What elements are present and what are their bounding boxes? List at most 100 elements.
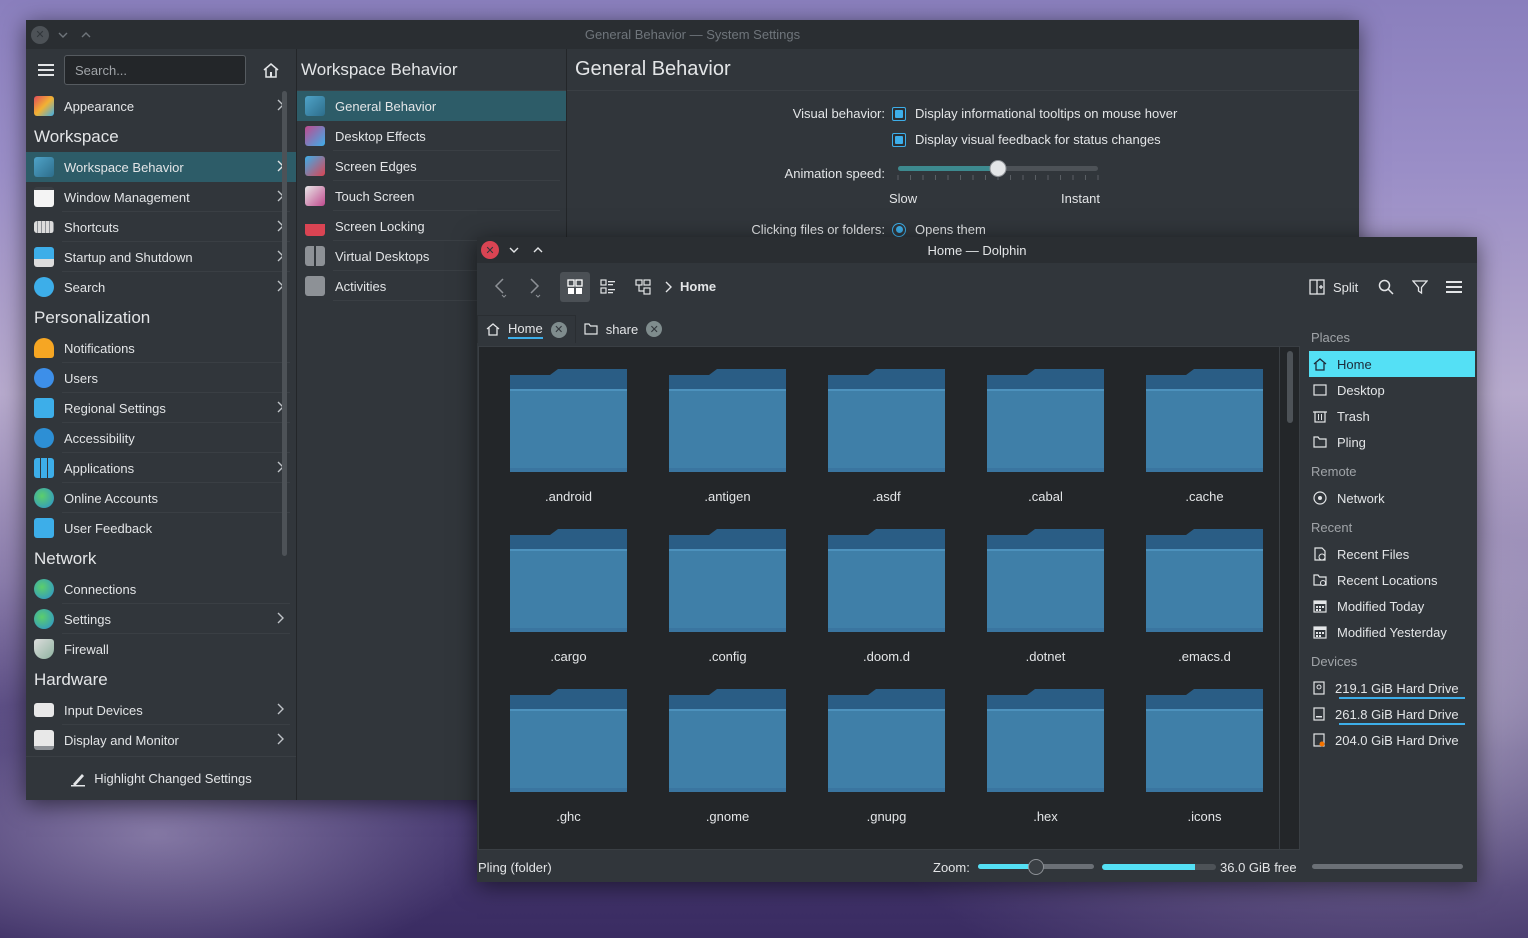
settings-search-input[interactable]: Search... [64, 55, 246, 85]
places-desktop[interactable]: Desktop [1309, 377, 1475, 403]
sidebar-item-label: Firewall [64, 641, 109, 657]
sidebar-item-user-feedback[interactable]: User Feedback [26, 513, 296, 543]
tab-share[interactable]: share ✕ [576, 315, 671, 343]
home-button[interactable] [262, 62, 280, 78]
instant-label-row: Instant [1061, 191, 1100, 206]
settings-maximize-button[interactable] [77, 26, 95, 44]
sidebar-item-label: Shortcuts [64, 219, 119, 235]
sidebar-item-regional-settings[interactable]: Regional Settings [26, 393, 296, 423]
animation-speed-slider[interactable] [892, 160, 1104, 183]
folder-item[interactable]: .cargo [489, 519, 648, 679]
sidebar-item-firewall[interactable]: Firewall [26, 634, 296, 664]
tooltips-checkbox[interactable]: Display informational tooltips on mouse … [892, 106, 1177, 121]
tab-label: Home [508, 321, 543, 339]
hamburger-menu-button[interactable] [38, 63, 54, 77]
sidebar-item-display-monitor[interactable]: Display and Monitor [26, 725, 296, 755]
places-modified-yesterday[interactable]: Modified Yesterday [1309, 619, 1475, 645]
close-tab-icon[interactable]: ✕ [550, 321, 567, 338]
home-icon [486, 323, 500, 336]
places-drive-2[interactable]: 261.8 GiB Hard Drive [1309, 701, 1475, 727]
places-trash[interactable]: Trash [1309, 403, 1475, 429]
workspace-behavior-title: Workspace Behavior [297, 49, 566, 91]
sidebar-item-appearance[interactable]: Appearance [26, 91, 296, 121]
sidebar-scrollbar[interactable] [282, 91, 287, 556]
virtual-desktops-icon [305, 246, 325, 266]
details-view-button[interactable] [628, 272, 658, 302]
icons-view-button[interactable] [560, 272, 590, 302]
settings-sidebar: Search... Appearance Workspace Workspace… [26, 49, 296, 800]
sidebar-item-input-devices[interactable]: Input Devices [26, 695, 296, 725]
sidebar-item-network-settings[interactable]: Settings [26, 604, 296, 634]
sidebar-item-startup-shutdown[interactable]: Startup and Shutdown [26, 242, 296, 272]
folder-name: .doom.d [863, 649, 910, 664]
folder-item[interactable]: .asdf [807, 359, 966, 519]
sidebar-item-window-management[interactable]: Window Management [26, 182, 296, 212]
split-button[interactable]: Split [1309, 279, 1358, 295]
module-desktop-effects[interactable]: Desktop Effects [297, 121, 566, 151]
breadcrumb-home[interactable]: Home [680, 279, 716, 294]
dolphin-close-button[interactable]: ✕ [481, 241, 499, 259]
feedback-checkbox[interactable]: Display visual feedback for status chang… [892, 132, 1161, 147]
places-network[interactable]: Network [1309, 485, 1475, 511]
places-scrollbar[interactable] [1312, 864, 1463, 869]
folder-item[interactable]: .android [489, 359, 648, 519]
sidebar-item-notifications[interactable]: Notifications [26, 333, 296, 363]
status-bar: Pling (folder) Zoom: 36.0 GiB free [477, 852, 1477, 882]
back-button[interactable] [485, 272, 515, 302]
places-drive-1[interactable]: 219.1 GiB Hard Drive [1309, 675, 1475, 701]
clicking-label-row: Clicking files or folders: [567, 222, 885, 237]
folder-item[interactable]: .icons [1125, 679, 1284, 839]
folder-item[interactable]: .cabal [966, 359, 1125, 519]
opens-them-radio[interactable]: Opens them [892, 222, 986, 237]
filter-button[interactable] [1405, 272, 1435, 302]
sidebar-item-applications[interactable]: Applications [26, 453, 296, 483]
window-management-icon [34, 187, 54, 207]
folder-item[interactable]: .antigen [648, 359, 807, 519]
dolphin-maximize-button[interactable] [529, 241, 547, 259]
close-tab-icon[interactable]: ✕ [646, 321, 663, 337]
sidebar-item-online-accounts[interactable]: Online Accounts [26, 483, 296, 513]
compact-view-button[interactable] [593, 272, 623, 302]
folder-item[interactable]: .ghc [489, 679, 648, 839]
places-modified-today[interactable]: Modified Today [1309, 593, 1475, 619]
sidebar-item-accessibility[interactable]: Accessibility [26, 423, 296, 453]
folder-item[interactable]: .gnupg [807, 679, 966, 839]
module-general-behavior[interactable]: General Behavior [297, 91, 566, 121]
folder-item[interactable]: .cache [1125, 359, 1284, 519]
folder-item[interactable]: .dotnet [966, 519, 1125, 679]
sidebar-item-label: Window Management [64, 189, 190, 205]
tab-home[interactable]: Home ✕ [477, 315, 576, 343]
sidebar-item-shortcuts[interactable]: Shortcuts [26, 212, 296, 242]
places-pling[interactable]: Pling [1309, 429, 1475, 455]
file-view[interactable]: .android .antigen .asdf .cabal .cache .cargo.… [478, 346, 1300, 850]
places-label: Modified Today [1337, 598, 1425, 614]
places-home[interactable]: Home [1309, 351, 1475, 377]
places-recent-files[interactable]: Recent Files [1309, 541, 1475, 567]
places-drive-3[interactable]: 204.0 GiB Hard Drive [1309, 727, 1475, 753]
sidebar-item-users[interactable]: Users [26, 363, 296, 393]
forward-button[interactable] [519, 272, 549, 302]
folder-item[interactable]: .hex [966, 679, 1125, 839]
folder-item[interactable]: .emacs.d [1125, 519, 1284, 679]
sidebar-item-label: Users [64, 370, 98, 386]
sidebar-item-connections[interactable]: Connections [26, 574, 296, 604]
folder-item[interactable]: .gnome [648, 679, 807, 839]
search-button[interactable] [1371, 272, 1401, 302]
sidebar-item-search[interactable]: Search [26, 272, 296, 302]
module-screen-edges[interactable]: Screen Edges [297, 151, 566, 181]
dolphin-minimize-button[interactable] [505, 241, 523, 259]
checkbox-checked [892, 132, 906, 147]
sidebar-item-workspace-behavior[interactable]: Workspace Behavior [26, 152, 296, 182]
folder-item[interactable]: .config [648, 519, 807, 679]
file-view-scrollbar[interactable] [1287, 351, 1293, 423]
feedback-label: Display visual feedback for status chang… [915, 132, 1161, 147]
places-recent-locations[interactable]: Recent Locations [1309, 567, 1475, 593]
settings-minimize-button[interactable] [54, 26, 72, 44]
module-touch-screen[interactable]: Touch Screen [297, 181, 566, 211]
dolphin-menu-button[interactable] [1439, 272, 1469, 302]
settings-close-button[interactable]: ✕ [31, 25, 49, 44]
folder-icon [987, 529, 1104, 632]
highlight-changed-settings-button[interactable]: Highlight Changed Settings [26, 756, 296, 800]
zoom-slider[interactable] [978, 859, 1094, 875]
folder-item[interactable]: .doom.d [807, 519, 966, 679]
